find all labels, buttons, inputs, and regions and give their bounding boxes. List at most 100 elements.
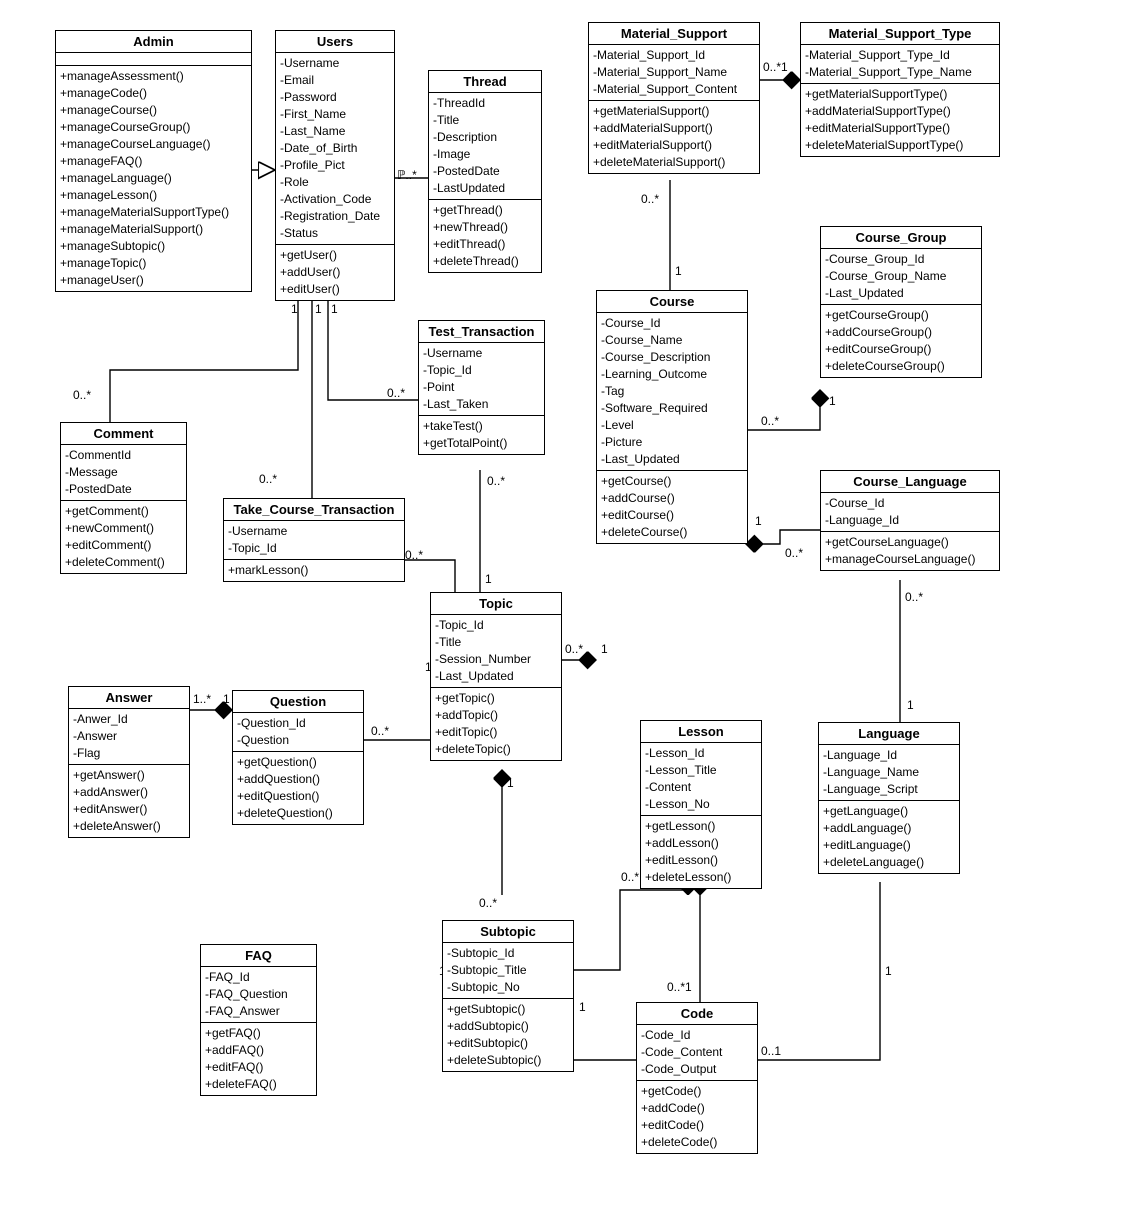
attribute: -FAQ_Id: [205, 969, 312, 986]
operation: +getCode(): [641, 1083, 753, 1100]
mult-c: 1: [674, 264, 683, 278]
attribute: -Username: [280, 55, 390, 72]
mult-topic-sub1: 1: [506, 776, 515, 790]
operations: +markLesson(): [224, 560, 404, 581]
attribute: -Last_Updated: [601, 451, 743, 468]
operation: +getComment(): [65, 503, 182, 520]
attribute: -Email: [280, 72, 390, 89]
attribute: -LastUpdated: [433, 180, 537, 197]
attribute: -Title: [435, 634, 557, 651]
attribute: -First_Name: [280, 106, 390, 123]
operation: +getLanguage(): [823, 803, 955, 820]
mult-course-cl: 1: [754, 514, 763, 528]
operation: +getCourseLanguage(): [825, 534, 995, 551]
attributes: -Course_Id-Language_Id: [821, 493, 999, 532]
class-faq: FAQ-FAQ_Id-FAQ_Question-FAQ_Answer+getFA…: [200, 944, 317, 1096]
attribute: -Role: [280, 174, 390, 191]
operations: +getFAQ()+addFAQ()+editFAQ()+deleteFAQ(): [201, 1023, 316, 1095]
attribute: -Code_Output: [641, 1061, 753, 1078]
attribute: -Level: [601, 417, 743, 434]
class-lesson: Lesson-Lesson_Id-Lesson_Title-Content-Le…: [640, 720, 762, 889]
operation: +addMaterialSupport(): [593, 120, 755, 137]
attribute: -Language_Name: [823, 764, 955, 781]
mult-course-cg1: 1: [828, 394, 837, 408]
operation: +getTopic(): [435, 690, 557, 707]
attribute: -Material_Support_Content: [593, 81, 755, 98]
class-title: Code: [637, 1003, 757, 1025]
attribute: -Language_Script: [823, 781, 955, 798]
class-title: Admin: [56, 31, 251, 53]
operations: +getCourseLanguage()+manageCourseLanguag…: [821, 532, 999, 570]
operation: +deleteTopic(): [435, 741, 557, 758]
mult-qa-r: 1: [222, 692, 231, 706]
operation: +editTopic(): [435, 724, 557, 741]
attributes: -Language_Id-Language_Name-Language_Scri…: [819, 745, 959, 801]
attributes: -Lesson_Id-Lesson_Title-Content-Lesson_N…: [641, 743, 761, 816]
attribute: -Answer: [73, 728, 185, 745]
operation: +deleteCode(): [641, 1134, 753, 1151]
operation: +manageCode(): [60, 85, 247, 102]
operation: +manageTopic(): [60, 255, 247, 272]
attributes: -Username-Email-Password-First_Name-Last…: [276, 53, 394, 245]
class-title: Users: [276, 31, 394, 53]
class-thread: Thread-ThreadId-Title-Description-Image-…: [428, 70, 542, 273]
attributes: -CommentId-Message-PostedDate: [61, 445, 186, 501]
operations: +getTopic()+addTopic()+editTopic()+delet…: [431, 688, 561, 760]
attribute: -Last_Updated: [825, 285, 977, 302]
mult-tct-topic: 0..*: [404, 548, 424, 562]
attribute: -Registration_Date: [280, 208, 390, 225]
attribute: -Course_Description: [601, 349, 743, 366]
attributes: -Material_Support_Type_Id-Material_Suppo…: [801, 45, 999, 84]
operation: +newComment(): [65, 520, 182, 537]
attribute: -Password: [280, 89, 390, 106]
attribute: -Subtopic_Id: [447, 945, 569, 962]
operation: +editComment(): [65, 537, 182, 554]
operation: +addAnswer(): [73, 784, 185, 801]
attribute: -Topic_Id: [423, 362, 540, 379]
operation: +editCourseGroup(): [825, 341, 977, 358]
operation: +editCode(): [641, 1117, 753, 1134]
attributes: -Material_Support_Id-Material_Support_Na…: [589, 45, 759, 101]
mult-topic-course1: 1: [600, 642, 609, 656]
attribute: -Learning_Outcome: [601, 366, 743, 383]
operation: +manageCourse(): [60, 102, 247, 119]
operation: +manageCourseLanguage(): [825, 551, 995, 568]
mult: 1: [330, 302, 339, 316]
operation: +addUser(): [280, 264, 390, 281]
operation: +getMaterialSupport(): [593, 103, 755, 120]
operation: +markLesson(): [228, 562, 400, 579]
operation: +addCourseGroup(): [825, 324, 977, 341]
attributes: -Subtopic_Id-Subtopic_Title-Subtopic_No: [443, 943, 573, 999]
operations: +takeTest()+getTotalPoint(): [419, 416, 544, 454]
attribute: -Code_Id: [641, 1027, 753, 1044]
mult-lang-code: 1: [884, 964, 893, 978]
attributes: -Username-Topic_Id-Point-Last_Taken: [419, 343, 544, 416]
attribute: -Material_Support_Id: [593, 47, 755, 64]
class-question: Question-Question_Id-Question+getQuestio…: [232, 690, 364, 825]
operation: +takeTest(): [423, 418, 540, 435]
attribute: -Question_Id: [237, 715, 359, 732]
attribute: -Material_Support_Type_Name: [805, 64, 995, 81]
operation: +deleteComment(): [65, 554, 182, 571]
class-course_language: Course_Language-Course_Id-Language_Id+ge…: [820, 470, 1000, 571]
operation: +getFAQ(): [205, 1025, 312, 1042]
operation: +addQuestion(): [237, 771, 359, 788]
class-material_support_type: Material_Support_Type-Material_Support_T…: [800, 22, 1000, 157]
attribute: -Course_Id: [825, 495, 995, 512]
mult-course-cg: 0..*: [760, 414, 780, 428]
operation: +getLesson(): [645, 818, 757, 835]
class-subtopic: Subtopic-Subtopic_Id-Subtopic_Title-Subt…: [442, 920, 574, 1072]
attribute: -CommentId: [65, 447, 182, 464]
mult-sub-lesson: 0..*: [620, 870, 640, 884]
class-answer: Answer-Anwer_Id-Answer-Flag+getAnswer()+…: [68, 686, 190, 838]
attributes: -Topic_Id-Title-Session_Number-Last_Upda…: [431, 615, 561, 688]
attribute: -PostedDate: [433, 163, 537, 180]
attribute: -Question: [237, 732, 359, 749]
operation: +deleteThread(): [433, 253, 537, 270]
attribute: -Activation_Code: [280, 191, 390, 208]
attribute: -FAQ_Question: [205, 986, 312, 1003]
attributes: -Course_Id-Course_Name-Course_Descriptio…: [597, 313, 747, 471]
attributes: -FAQ_Id-FAQ_Question-FAQ_Answer: [201, 967, 316, 1023]
class-topic: Topic-Topic_Id-Title-Session_Number-Last…: [430, 592, 562, 761]
operations: +getComment()+newComment()+editComment()…: [61, 501, 186, 573]
